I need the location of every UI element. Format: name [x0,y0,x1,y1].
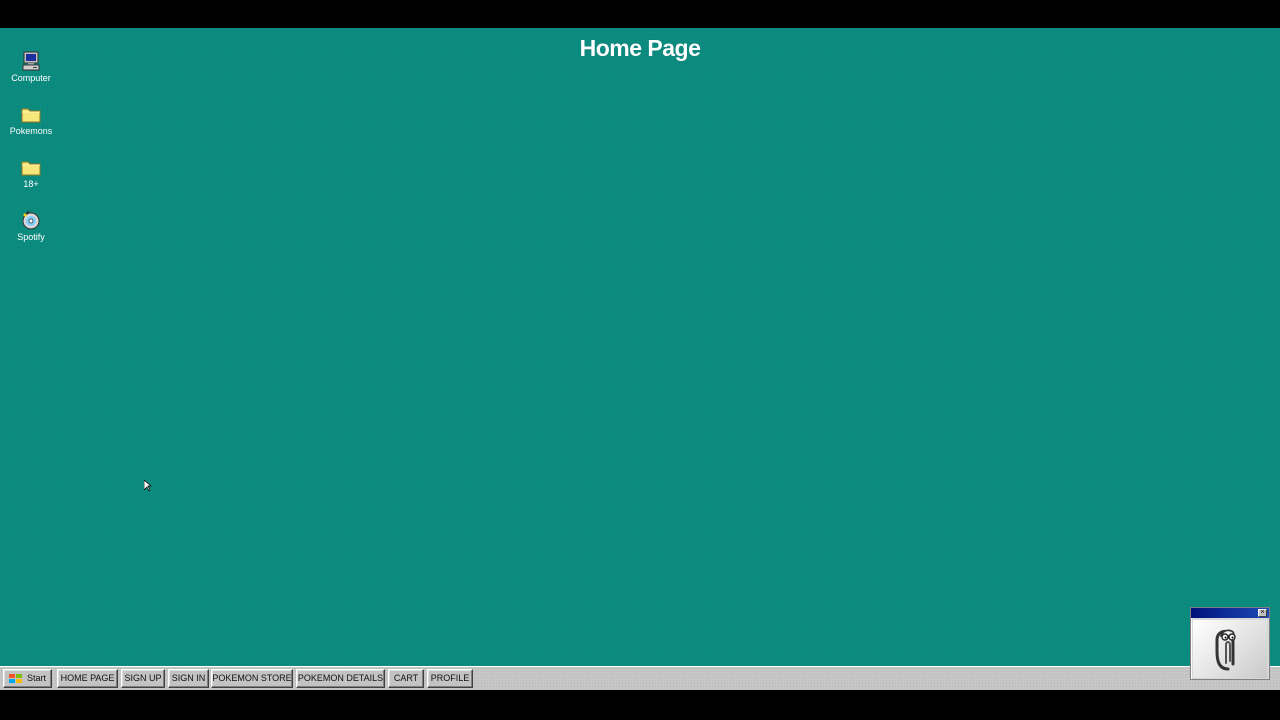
office-assistant-window[interactable]: × [1190,607,1270,680]
taskbar-button-pokemon-details[interactable]: POKEMON DETAILS [296,669,385,688]
desktop-icon-pokemons[interactable]: Pokemons [4,103,58,151]
taskbar-button-pokemon-store[interactable]: POKEMON STORE [211,669,293,688]
desktop-icon-computer[interactable]: Computer [4,50,58,98]
taskbar: Start HOME PAGE SIGN UP SIGN IN POKEMON … [0,666,1280,690]
assistant-body [1193,620,1267,678]
desktop-icon-label: 18+ [23,179,39,189]
desktop-icon-spotify[interactable]: Spotify [4,209,58,257]
screen: Home Page Computer Pokemons 18+ Spotify … [0,0,1280,720]
assistant-title-bar: × [1191,608,1269,618]
start-label: Start [27,673,47,684]
folder-icon [21,161,41,176]
taskbar-button-sign-up[interactable]: SIGN UP [121,669,165,688]
cd-player-icon [22,210,40,230]
desktop-icon-label: Computer [11,73,51,83]
taskbar-button-sign-in[interactable]: SIGN IN [168,669,209,688]
windows-logo-icon [9,673,22,683]
mouse-cursor-icon [144,480,152,492]
taskbar-button-cart[interactable]: CART [388,669,424,688]
assistant-close-button[interactable]: × [1258,609,1267,617]
desktop: Home Page Computer Pokemons 18+ Spotify [0,28,1280,666]
page-title: Home Page [579,35,701,61]
taskbar-button-profile[interactable]: PROFILE [427,669,473,688]
desktop-icon-18plus[interactable]: 18+ [4,156,58,204]
folder-icon [21,108,41,123]
taskbar-button-home-page[interactable]: HOME PAGE [57,669,118,688]
desktop-icon-label: Pokemons [9,126,53,136]
start-button[interactable]: Start [3,669,52,688]
computer-icon [22,51,40,71]
desktop-icon-label: Spotify [17,232,45,242]
paperclip-assistant-icon [1215,629,1236,671]
